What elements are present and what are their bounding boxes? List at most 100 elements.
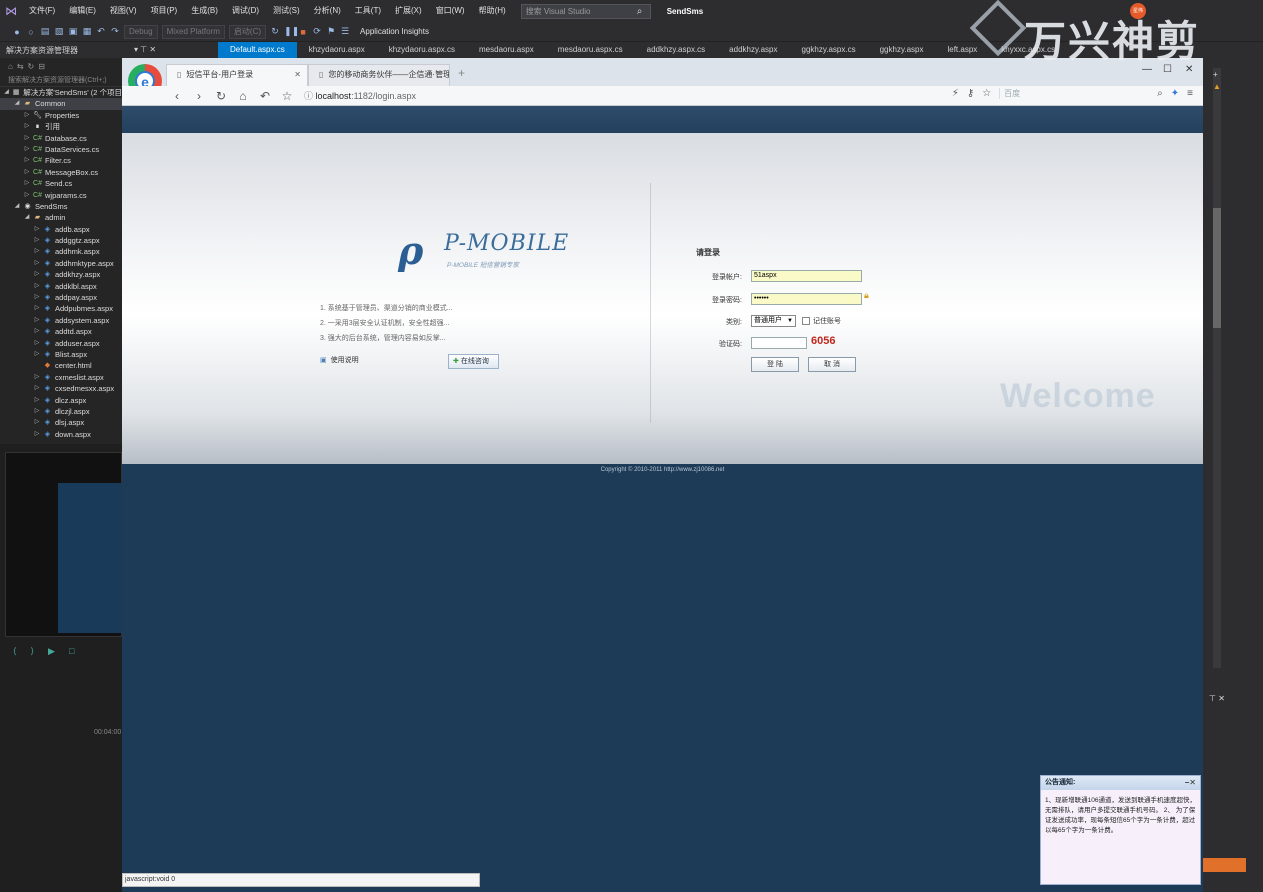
comment-icon[interactable]: ☰ [340, 26, 350, 37]
tree-item[interactable]: ▷ ◈ addhmk.aspx [0, 246, 122, 257]
expand-arrow-icon[interactable]: ▷ [32, 338, 42, 349]
tab-khzydaoru-aspx[interactable]: khzydaoru.aspx [297, 42, 377, 58]
tree-item[interactable]: ◆ center.html [0, 360, 122, 371]
menu-file[interactable]: 文件(F) [22, 0, 62, 22]
expand-arrow-icon[interactable]: ▷ [32, 269, 42, 280]
menu-view[interactable]: 视图(V) [103, 0, 144, 22]
tab-mesdaoru-aspx-cs[interactable]: mesdaoru.aspx.cs [546, 42, 635, 58]
tree-item[interactable]: ▷ ◈ dlczjl.aspx [0, 406, 122, 417]
expand-arrow-icon[interactable]: ▷ [22, 167, 32, 178]
search-icon[interactable]: ⌕ [1157, 88, 1163, 99]
se-search-input[interactable]: 搜索解决方案资源管理器(Ctrl+;) [0, 74, 122, 87]
expand-arrow-icon[interactable]: ◢ [22, 212, 32, 223]
tab-ggkhzy-aspx[interactable]: ggkhzy.aspx [868, 42, 936, 58]
key-icon[interactable]: ⚷ [967, 88, 974, 99]
menu-tools[interactable]: 工具(T) [348, 0, 388, 22]
star-icon[interactable]: ☆ [276, 89, 298, 103]
new-project-icon[interactable]: ▤ [40, 26, 50, 37]
undo-close-icon[interactable]: ↶ [254, 89, 276, 103]
search-engine-input[interactable]: 百度 [999, 88, 1149, 99]
tree-item[interactable]: ◢ ◉ SendSms [0, 201, 122, 212]
start-button[interactable]: 启动(C) [228, 24, 267, 39]
user-type-select[interactable]: 普通用户 ▼ [751, 315, 796, 327]
expand-arrow-icon[interactable]: ▷ [32, 292, 42, 303]
captcha-image[interactable]: 6056 [811, 335, 835, 347]
tree-item[interactable]: ▷ ◈ dlsj.aspx [0, 417, 122, 428]
remember-checkbox[interactable] [802, 317, 810, 325]
menu-edit[interactable]: 编辑(E) [62, 0, 103, 22]
extension-icon[interactable]: ✦ [1171, 88, 1179, 99]
back-icon[interactable]: ● [12, 27, 22, 37]
scrollbar-track[interactable] [1213, 68, 1221, 668]
restart-icon[interactable]: ⟳ [312, 26, 322, 37]
expand-arrow-icon[interactable]: ▷ [32, 258, 42, 269]
tree-item[interactable]: ▷ ◈ addklbl.aspx [0, 281, 122, 292]
vs-search-input[interactable]: 搜索 Visual Studio [520, 3, 651, 19]
online-consult-button[interactable]: ✚ 在线咨询 [448, 354, 499, 369]
expand-arrow-icon[interactable]: ▷ [22, 133, 32, 144]
reload-icon[interactable]: ↻ [210, 89, 232, 103]
tab-mesdaoru-aspx[interactable]: mesdaoru.aspx [467, 42, 546, 58]
tree-item[interactable]: ◢ ▰ Common [0, 98, 122, 110]
account-input[interactable]: 51aspx [751, 270, 862, 282]
search-icon[interactable]: ⌕ [637, 6, 651, 17]
url-field[interactable]: ⓘ localhost:1182/login.aspx [304, 89, 416, 102]
expand-arrow-icon[interactable]: ▷ [32, 281, 42, 292]
remember-account[interactable]: 记住账号 [802, 316, 841, 326]
expand-arrow-icon[interactable]: ▷ [32, 372, 42, 383]
password-input[interactable]: •••••• [751, 293, 862, 305]
tree-item[interactable]: ◢ ▦ 解决方案'SendSms' (2 个项目 [0, 87, 122, 98]
new-tab-icon[interactable]: + [458, 66, 465, 80]
menu-window[interactable]: 窗口(W) [429, 0, 472, 22]
application-insights-button[interactable]: Application Insights [360, 27, 429, 36]
pin-icon[interactable]: ⊤ ✕ [1209, 694, 1225, 703]
tree-item[interactable]: ▷ ◈ Addpubmes.aspx [0, 303, 122, 314]
close-tab-icon[interactable]: ✕ [294, 65, 301, 85]
menu-debug[interactable]: 调试(D) [225, 0, 266, 22]
back-icon[interactable]: ‹ [166, 89, 188, 103]
tree-item[interactable]: ▷ ◈ addkhzy.aspx [0, 269, 122, 280]
home-icon[interactable]: ⌂ [232, 89, 254, 103]
expand-arrow-icon[interactable]: ▷ [32, 315, 42, 326]
tree-item[interactable]: ▷ ◈ cxmeslist.aspx [0, 372, 122, 383]
help-link[interactable]: ▣ 使用说明 [320, 355, 359, 365]
expand-arrow-icon[interactable]: ▷ [22, 121, 32, 132]
menu-test[interactable]: 测试(S) [266, 0, 307, 22]
tree-item[interactable]: ▷ C# Send.cs [0, 178, 122, 189]
undo-icon[interactable]: ↶ [96, 26, 106, 37]
tab-addkhzy-aspx[interactable]: addkhzy.aspx [717, 42, 789, 58]
expand-arrow-icon[interactable]: ▷ [22, 110, 32, 121]
stop-icon[interactable]: □ [69, 646, 74, 660]
tab-addkhzy-aspx-cs[interactable]: addkhzy.aspx.cs [635, 42, 718, 58]
pause-icon[interactable]: ❚❚ [284, 26, 299, 37]
tree-item[interactable]: ▷ ◈ addb.aspx [0, 224, 122, 235]
forward-icon[interactable]: ○ [26, 27, 36, 37]
tree-item[interactable]: ▷ ◈ Blist.aspx [0, 349, 122, 360]
expand-arrow-icon[interactable]: ▷ [32, 326, 42, 337]
save-icon[interactable]: ▣ [68, 26, 78, 37]
expand-arrow-icon[interactable]: ▷ [32, 429, 42, 440]
tree-item[interactable]: ▷ ◈ addsystem.aspx [0, 315, 122, 326]
expand-arrow-icon[interactable]: ▷ [22, 178, 32, 189]
redo-icon[interactable]: ↷ [110, 26, 120, 37]
tree-item[interactable]: ▷ C# MessageBox.cs [0, 167, 122, 178]
expand-arrow-icon[interactable]: ◢ [12, 201, 22, 212]
login-button[interactable]: 登 陆 [751, 357, 799, 372]
platform-dropdown[interactable]: Mixed Platform [161, 24, 225, 39]
notice-close-icon[interactable]: –✕ [1185, 776, 1196, 790]
tree-item[interactable]: ▷ ◈ addtd.aspx [0, 326, 122, 337]
tree-item[interactable]: ▷ ◈ addggtz.aspx [0, 235, 122, 246]
rewind-icon[interactable]: ⟨ [13, 646, 17, 660]
open-icon[interactable]: ▧ [54, 26, 64, 37]
expand-arrow-icon[interactable]: ◢ [2, 87, 11, 98]
menu-icon[interactable]: ≡ [1187, 88, 1193, 99]
tree-item[interactable]: ▷ ∎ 引用 [0, 121, 122, 132]
tab-left-aspx[interactable]: left.aspx [935, 42, 989, 58]
menu-analyze[interactable]: 分析(N) [307, 0, 348, 22]
play-icon[interactable]: ▶ [48, 646, 55, 660]
tree-item[interactable]: ◢ ▰ admin [0, 212, 122, 223]
refresh-icon[interactable]: ↻ [28, 62, 35, 71]
menu-build[interactable]: 生成(B) [184, 0, 225, 22]
cancel-button[interactable]: 取 消 [808, 357, 856, 372]
browser-tab-active[interactable]: ▯ 短信平台-用户登录 ✕ [166, 64, 308, 86]
